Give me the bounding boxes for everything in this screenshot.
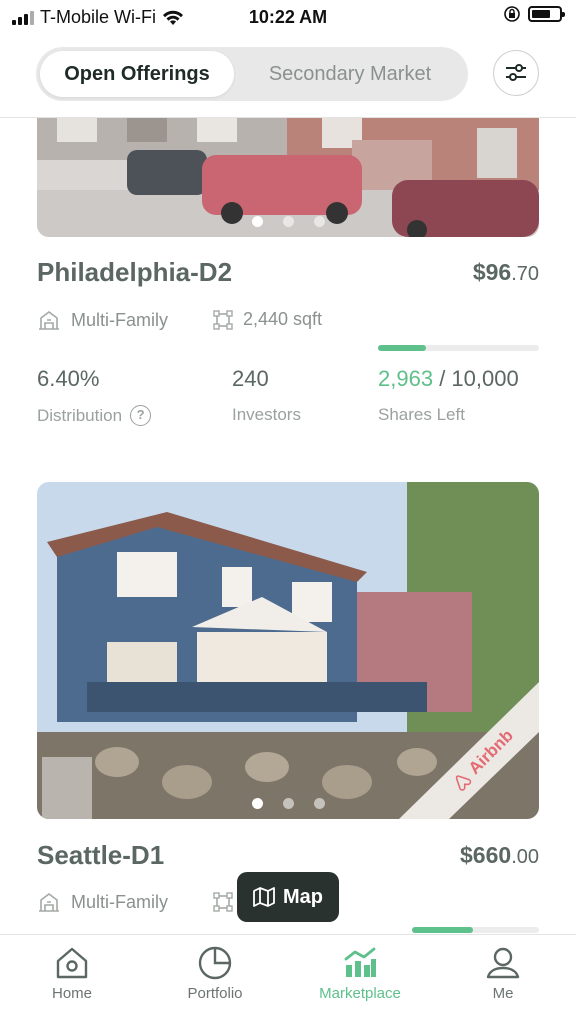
battery-icon [528, 6, 565, 22]
property-photo[interactable]: Airbnb [37, 482, 539, 819]
building-icon [39, 311, 59, 330]
status-bar: T-Mobile Wi-Fi 10:22 AM [0, 0, 576, 34]
shares-left-value: 2,963 / 10,000 [378, 366, 519, 391]
nav-portfolio[interactable]: Portfolio [165, 945, 265, 1002]
user-icon [486, 947, 520, 979]
area-icon [213, 891, 233, 912]
carousel-dot[interactable] [282, 798, 294, 809]
map-icon [253, 887, 275, 907]
property-size: 2,440 sqft [213, 309, 322, 330]
bottom-tab-bar: Home Portfolio Marketplace Me [0, 934, 576, 1024]
investors-label: Investors [232, 405, 301, 424]
shares-progress-fill [412, 927, 473, 933]
home-icon [56, 947, 88, 979]
filter-button[interactable] [493, 50, 539, 96]
carousel-dots [37, 216, 539, 227]
header: Open Offerings Secondary Market [0, 34, 576, 118]
carousel-dot[interactable] [313, 798, 325, 809]
nav-marketplace[interactable]: Marketplace [310, 945, 410, 1002]
clock: 10:22 AM [248, 7, 328, 27]
map-button[interactable]: Map [237, 872, 339, 922]
shares-progress-bar [412, 927, 539, 933]
distribution-value: 6.40% [37, 366, 100, 391]
property-price: $96.70 [472, 259, 539, 285]
help-icon[interactable]: ? [130, 405, 152, 426]
property-price: $660.00 [460, 842, 539, 868]
investors-value: 240 [232, 366, 269, 391]
carousel-dots [37, 798, 539, 809]
distribution-label: Distribution? [37, 405, 152, 426]
carousel-dot[interactable] [313, 216, 325, 227]
shares-progress-bar [378, 345, 539, 351]
property-title[interactable]: Seattle-D1 [37, 840, 164, 871]
tab-open-offerings[interactable]: Open Offerings [40, 51, 234, 97]
nav-me[interactable]: Me [453, 945, 553, 1002]
carousel-dot[interactable] [251, 216, 263, 227]
nav-home[interactable]: Home [22, 945, 122, 1002]
property-type: Multi-Family [37, 309, 168, 331]
shares-progress-fill [378, 345, 426, 351]
segmented-control: Open Offerings Secondary Market [36, 47, 468, 101]
pie-chart-icon [198, 946, 232, 980]
building-icon [39, 893, 59, 912]
property-title[interactable]: Philadelphia-D2 [37, 257, 232, 288]
orientation-lock-icon [504, 6, 520, 22]
carousel-dot[interactable] [282, 216, 294, 227]
property-photo[interactable] [37, 100, 539, 237]
shares-left-label: Shares Left [378, 405, 465, 424]
area-icon [213, 309, 233, 330]
sliders-icon [506, 64, 526, 81]
carousel-dot[interactable] [251, 798, 263, 809]
property-type: Multi-Family [37, 891, 168, 913]
tab-secondary-market[interactable]: Secondary Market [236, 51, 464, 97]
marketplace-chart-icon [344, 947, 376, 977]
